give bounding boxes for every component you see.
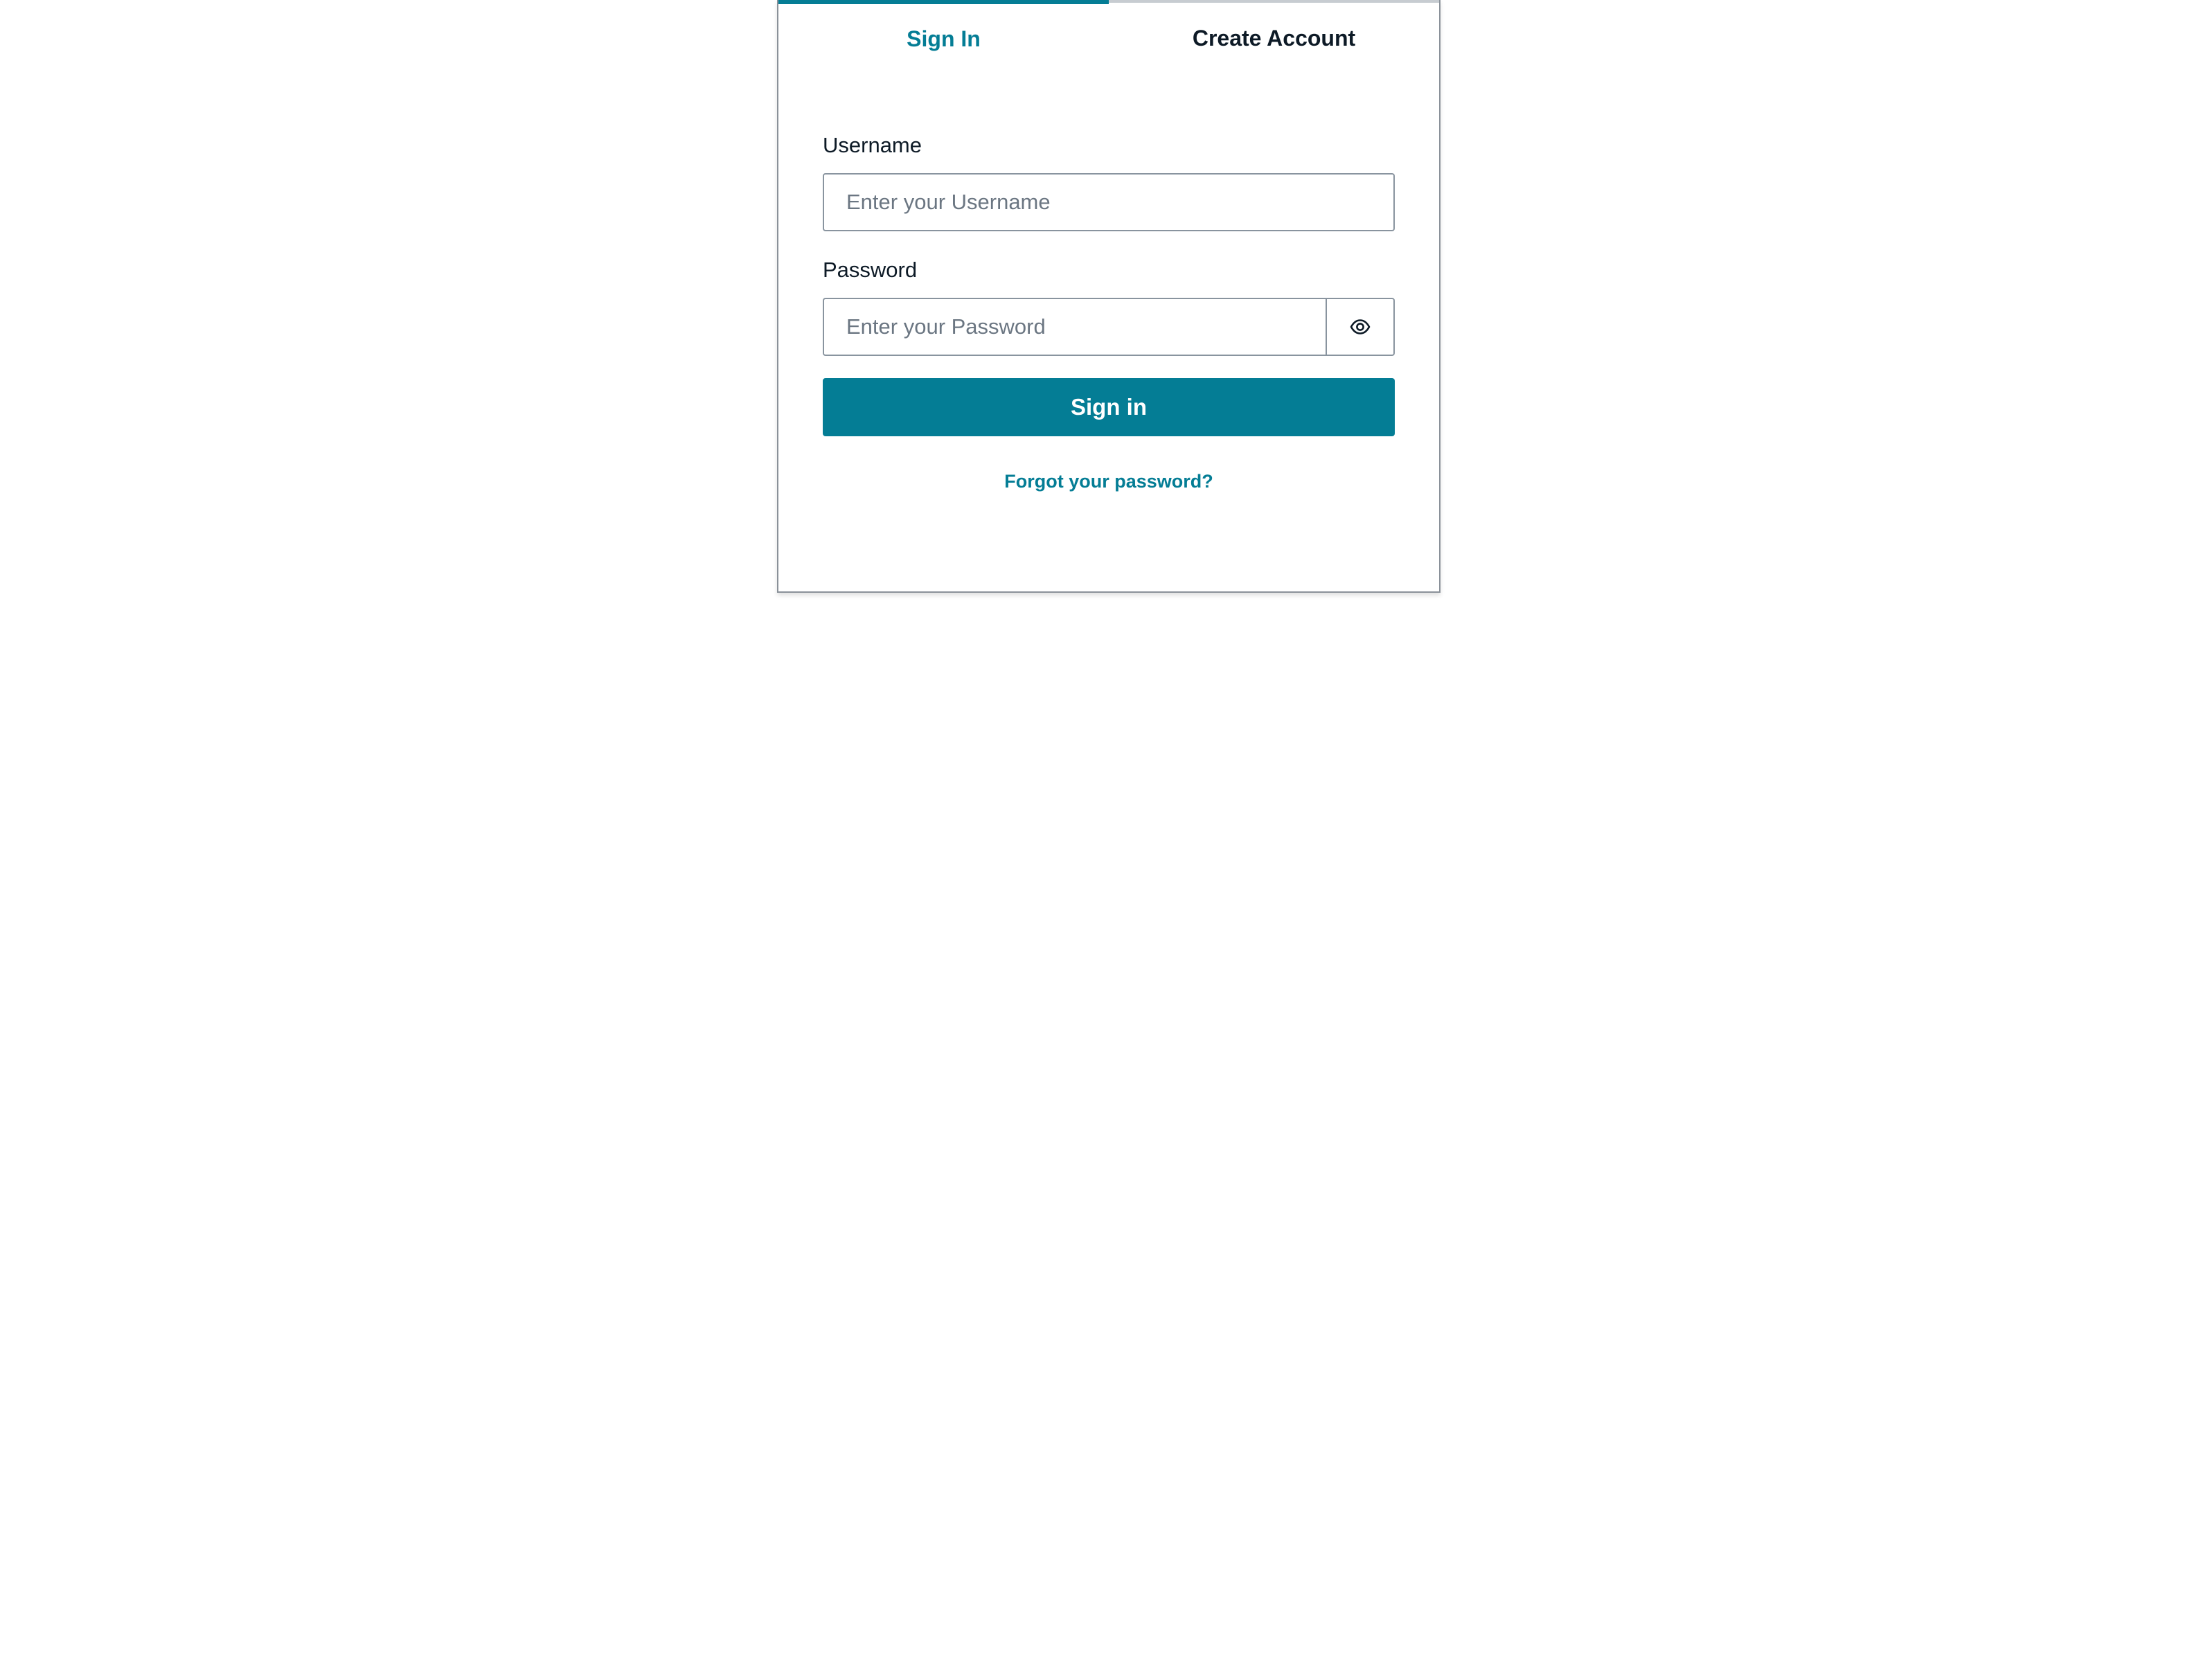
sign-in-form: Username Password Sign in Forgot your pa… <box>778 76 1439 492</box>
tab-sign-in-label: Sign In <box>907 26 981 51</box>
forgot-password-link[interactable]: Forgot your password? <box>823 471 1395 492</box>
password-label: Password <box>823 258 918 282</box>
tab-create-account-label: Create Account <box>1192 25 1356 51</box>
eye-icon <box>1350 319 1371 334</box>
show-password-button[interactable] <box>1326 298 1395 356</box>
sign-in-button[interactable]: Sign in <box>823 378 1395 436</box>
password-field-group <box>823 298 1395 356</box>
username-label: Username <box>823 133 922 157</box>
username-input[interactable] <box>823 173 1395 231</box>
tab-create-account[interactable]: Create Account <box>1109 0 1439 76</box>
auth-tabs: Sign In Create Account <box>778 0 1439 76</box>
tab-sign-in[interactable]: Sign In <box>778 0 1109 76</box>
auth-card: Sign In Create Account Username Password… <box>777 0 1441 593</box>
password-input[interactable] <box>823 298 1326 356</box>
